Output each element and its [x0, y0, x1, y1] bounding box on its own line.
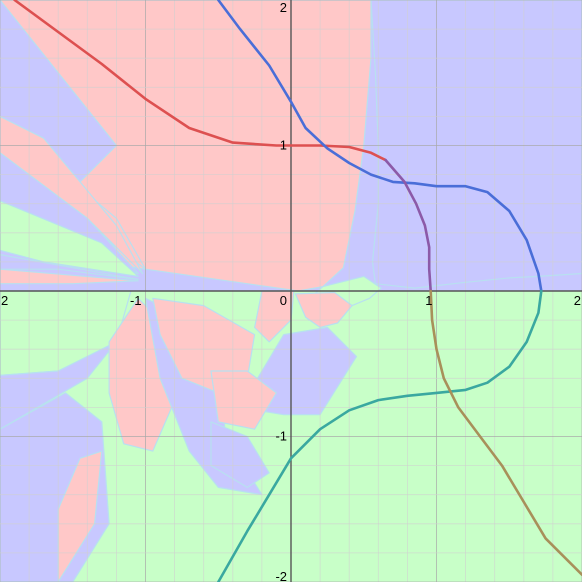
y-tick-label: -1	[275, 429, 287, 444]
chart-plot-area: 2 -1 0 1 2 2 1 -1 -2	[0, 0, 582, 582]
y-tick-label: 2	[280, 0, 287, 15]
x-tick-label: 0	[280, 293, 287, 308]
y-tick-label: -2	[275, 569, 287, 582]
y-tick-label: 1	[280, 138, 287, 153]
x-tick-label: 1	[425, 293, 432, 308]
x-tick-label: 2	[1, 293, 8, 308]
x-tick-label: 2	[574, 293, 581, 308]
x-tick-label: -1	[130, 293, 142, 308]
region-0	[370, 0, 582, 289]
